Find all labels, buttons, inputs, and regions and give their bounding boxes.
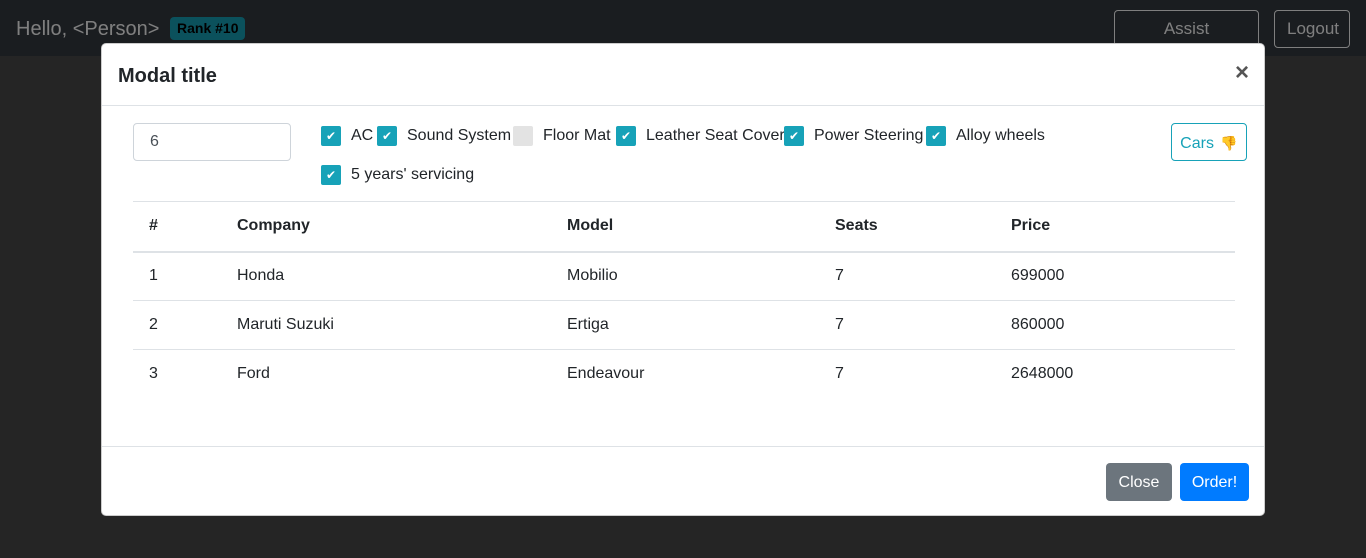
cell-company: Maruti Suzuki <box>221 300 551 350</box>
checkbox-icon[interactable]: ✔ <box>513 126 533 146</box>
modal-footer: Close Order! <box>102 446 1264 517</box>
feature-checkbox-leather-seat-cover[interactable]: ✔ Leather Seat Cover <box>616 124 785 148</box>
cell-model: Endeavour <box>567 365 645 383</box>
feature-label: 5 years' servicing <box>351 166 475 183</box>
table-header-row: # Company Model Seats Price <box>133 201 1235 253</box>
feature-checkbox-sound-system[interactable]: ✔ Sound System <box>377 124 511 148</box>
feature-checkbox-5-years-servicing[interactable]: ✔ 5 years' servicing <box>321 163 474 187</box>
quantity-input[interactable] <box>133 123 291 161</box>
column-header-company: Company <box>221 201 551 253</box>
table-row[interactable]: 2 Maruti Suzuki Ertiga 7 860000 <box>133 300 1235 350</box>
cell-model: Mobilio <box>551 251 819 301</box>
checkbox-icon[interactable]: ✔ <box>321 126 341 146</box>
feature-label: Floor Mat <box>543 127 611 144</box>
close-icon[interactable]: × <box>1230 59 1254 87</box>
column-header-index: # <box>133 201 221 253</box>
modal-header: Modal title × <box>102 44 1264 106</box>
feature-checkbox-floor-mat[interactable]: ✔ Floor Mat <box>513 124 611 148</box>
checkbox-icon[interactable]: ✔ <box>784 126 804 146</box>
cell-index: 1 <box>133 251 221 301</box>
cars-button[interactable]: Cars 👎 <box>1171 123 1247 161</box>
checkbox-icon[interactable]: ✔ <box>321 165 341 185</box>
feature-checkbox-alloy-wheels[interactable]: ✔ Alloy wheels <box>926 124 1045 148</box>
table-row[interactable]: 1 Honda Mobilio 7 699000 <box>133 251 1235 301</box>
order-button[interactable]: Order! <box>1180 463 1249 501</box>
cars-table: # Company Model Seats Price 1 Honda Mobi… <box>133 201 1235 399</box>
modal-title: Modal title <box>118 65 217 87</box>
table-row[interactable]: 3 Ford Endeavour 7 2648000 <box>133 350 1235 399</box>
feature-label: Alloy wheels <box>956 127 1045 144</box>
cell-model: Ertiga <box>551 300 819 350</box>
cell-price: 699000 <box>995 251 1235 301</box>
cell-price: 860000 <box>995 300 1235 350</box>
modal-dialog: Modal title × ✔ AC ✔ Sound System ✔ Floo… <box>101 43 1265 516</box>
cars-button-label: Cars <box>1180 135 1214 152</box>
feature-checkbox-ac[interactable]: ✔ AC <box>321 124 373 148</box>
cell-company: Ford <box>237 365 270 383</box>
hand-pointing-down-icon: 👎 <box>1220 135 1238 151</box>
checkbox-icon[interactable]: ✔ <box>377 126 397 146</box>
cell-seats: 7 <box>835 365 844 383</box>
cell-index: 3 <box>149 365 158 383</box>
column-header-model: Model <box>551 201 819 253</box>
cell-seats: 7 <box>819 300 995 350</box>
feature-label: Leather Seat Cover <box>646 127 785 144</box>
checkbox-icon[interactable]: ✔ <box>926 126 946 146</box>
checkbox-icon[interactable]: ✔ <box>616 126 636 146</box>
close-button[interactable]: Close <box>1106 463 1172 501</box>
column-header-price: Price <box>995 201 1235 253</box>
feature-label: Power Steering <box>814 127 924 144</box>
cell-company: Honda <box>221 251 551 301</box>
feature-label: Sound System <box>407 127 512 144</box>
feature-label: AC <box>351 127 374 144</box>
cell-index: 2 <box>133 300 221 350</box>
feature-checkbox-power-steering[interactable]: ✔ Power Steering <box>784 124 923 148</box>
column-header-seats: Seats <box>819 201 995 253</box>
cell-price: 2648000 <box>1011 365 1074 383</box>
cell-seats: 7 <box>819 251 995 301</box>
